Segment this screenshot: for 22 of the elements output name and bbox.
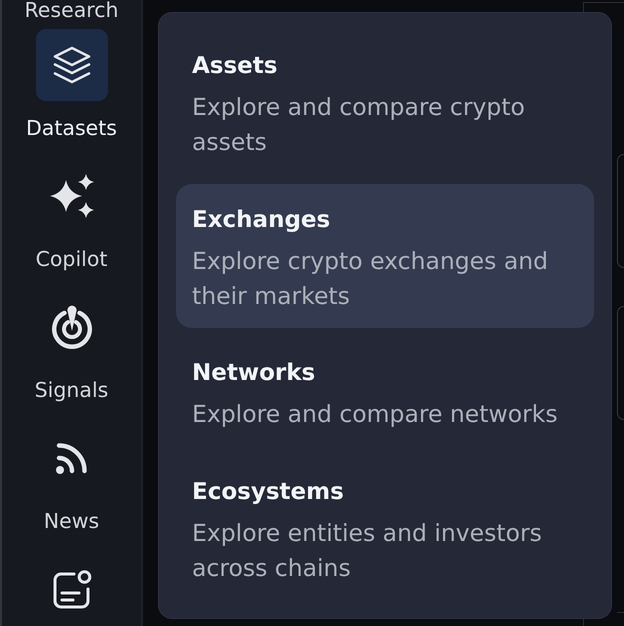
menu-item-description: Explore and compare crypto assets xyxy=(192,92,526,158)
nav-item[interactable]: News xyxy=(36,422,108,535)
menu-item-title: Assets xyxy=(192,52,278,81)
sparkles-icon xyxy=(50,174,94,218)
menu-item-description: Explore and compare networks xyxy=(192,399,559,430)
document-icon xyxy=(52,570,92,608)
menu-item-title: Ecosystems xyxy=(192,478,345,506)
menu-item-title: Networks xyxy=(192,359,316,388)
menu-item[interactable]: Networks Explore and compare networks xyxy=(176,337,594,446)
nav-item[interactable]: Copilot xyxy=(36,160,108,273)
menu-item[interactable]: Ecosystems Explore entities and investors across chains xyxy=(176,456,594,600)
nav-item[interactable]: Signals xyxy=(34,291,108,404)
rss-icon xyxy=(54,441,88,475)
layers-icon xyxy=(36,29,108,101)
menu-item-description: Explore entities and investors across chains xyxy=(192,518,543,584)
menu-item[interactable]: Exchanges Explore crypto exchanges and their markets xyxy=(176,184,594,328)
menu-item[interactable]: Assets Explore and compare crypto assets xyxy=(176,30,594,174)
target-icon xyxy=(52,305,92,349)
nav-item[interactable]: Research xyxy=(24,0,119,20)
nav-item[interactable]: Datasets xyxy=(26,29,117,142)
menu-item-description: Explore crypto exchanges and their markets xyxy=(192,246,550,312)
menu-item-title: Exchanges xyxy=(192,206,332,234)
